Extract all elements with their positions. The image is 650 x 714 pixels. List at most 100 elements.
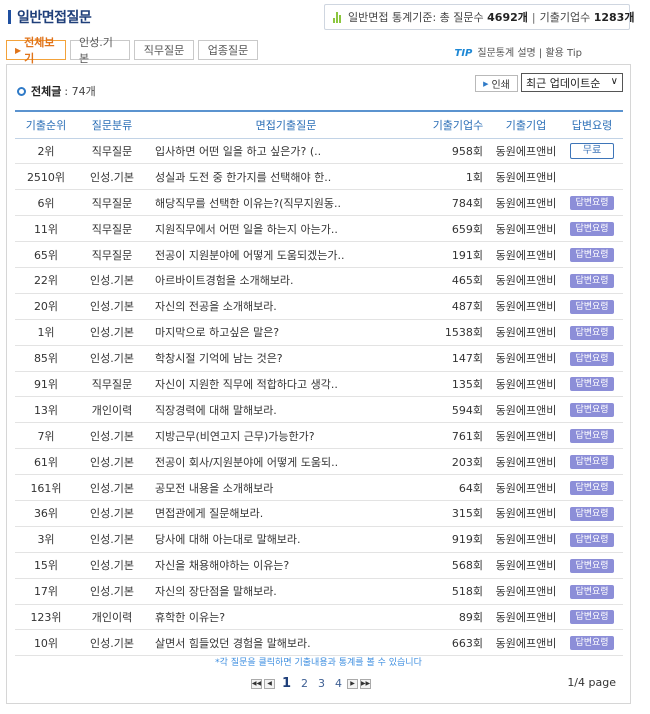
table-row[interactable]: 123위 개인이력 휴학한 이유는? 89회 동원에프앤비 답변요령 <box>15 604 623 631</box>
page-link-4[interactable]: 4 <box>335 677 342 690</box>
rank-cell: 15위 <box>15 552 77 579</box>
table-row[interactable]: 20위 인성.기본 자신의 전공을 소개해보라. 487회 동원에프앤비 답변요령 <box>15 293 623 320</box>
question-link[interactable]: 자신을 채용해야하는 이유는? <box>147 552 425 579</box>
answer-tips-button[interactable]: 답변요령 <box>570 299 614 314</box>
rank-cell: 161위 <box>15 474 77 501</box>
col-header-answer[interactable]: 답변요령 <box>561 110 623 139</box>
question-link[interactable]: 성실과 도전 중 한가지를 선택해야 한.. <box>147 163 425 191</box>
answer-tips-button[interactable]: 답변요령 <box>570 222 614 237</box>
first-page-button[interactable]: ◀◀ <box>251 678 262 689</box>
question-link[interactable]: 학창시절 기억에 남는 것은? <box>147 345 425 372</box>
page-link-1[interactable]: 1 <box>282 676 291 691</box>
tab-personality[interactable]: 인성.기본 <box>70 36 130 65</box>
question-link[interactable]: 직장경력에 대해 말해보라. <box>147 396 425 424</box>
question-link[interactable]: 해당직무를 선택한 이유는?(직무지원동.. <box>147 189 425 217</box>
answer-cell: 무료 <box>561 138 623 165</box>
print-button[interactable]: ▶ 인쇄 <box>475 75 518 92</box>
answer-tips-button[interactable]: 답변요령 <box>570 636 614 651</box>
table-row[interactable]: 15위 인성.기본 자신을 채용해야하는 이유는? 568회 동원에프앤비 답변요령 <box>15 552 623 579</box>
question-link[interactable]: 면접관에게 질문해보라. <box>147 500 425 527</box>
answer-tips-button[interactable]: 답변요령 <box>570 325 614 340</box>
page-link-3[interactable]: 3 <box>318 677 325 690</box>
question-link[interactable]: 살면서 힘들었던 경험을 말해보라. <box>147 629 425 657</box>
table-row[interactable]: 3위 인성.기본 당사에 대해 아는대로 말해보라. 919회 동원에프앤비 답변요령 <box>15 526 623 553</box>
answer-tips-button[interactable]: 답변요령 <box>570 248 614 262</box>
col-header-rank[interactable]: 기출순위 <box>15 110 77 139</box>
question-link[interactable]: 자신의 장단점을 말해보라. <box>147 578 425 605</box>
table-row[interactable]: 7위 인성.기본 지방근무(비연고지 근무)가능한가? 761회 동원에프앤비 답변요령 <box>15 422 623 450</box>
answer-tips-button[interactable]: 답변요령 <box>570 273 614 288</box>
question-link[interactable]: 자신이 지원한 직무에 적합하다고 생각.. <box>147 371 425 398</box>
next-page-button[interactable]: ▶ <box>347 678 359 689</box>
tab-industry[interactable]: 업종질문 <box>198 40 258 60</box>
last-page-button[interactable]: ▶▶ <box>360 678 372 689</box>
answer-cell: 답변요령 <box>561 215 623 243</box>
count-cell: 919회 <box>425 526 491 553</box>
answer-tips-button[interactable]: 답변요령 <box>570 532 614 547</box>
table-row[interactable]: 13위 개인이력 직장경력에 대해 말해보라. 594회 동원에프앤비 답변요령 <box>15 396 623 424</box>
company-cell: 동원에프앤비 <box>491 189 561 217</box>
answer-tips-button[interactable]: 답변요령 <box>570 429 614 444</box>
prev-page-button[interactable]: ◀ <box>264 678 275 689</box>
question-link[interactable]: 휴학한 이유는? <box>147 604 425 631</box>
answer-tips-button[interactable]: 답변요령 <box>570 481 614 496</box>
table-row[interactable]: 1위 인성.기본 마지막으로 하고싶은 말은? 1538회 동원에프앤비 답변요령 <box>15 319 623 346</box>
page-link-2[interactable]: 2 <box>301 677 308 690</box>
rank-cell: 11위 <box>15 215 77 243</box>
question-link[interactable]: 전공이 회사/지원분야에 어떻게 도움되.. <box>147 448 425 476</box>
table-row[interactable]: 161위 인성.기본 공모전 내용을 소개해보라 64회 동원에프앤비 답변요령 <box>15 474 623 501</box>
tip-link[interactable]: TIP 질문통계 설명 | 활용 Tip <box>455 44 583 59</box>
sort-select[interactable]: 최근 업데이트순 ∨ <box>521 73 623 92</box>
rank-cell: 123위 <box>15 604 77 631</box>
col-header-question[interactable]: 면접기출질문 <box>147 110 425 139</box>
col-header-company[interactable]: 기출기업 <box>491 110 561 139</box>
count-cell: 1538회 <box>425 319 491 346</box>
answer-tips-button[interactable]: 답변요령 <box>570 610 614 625</box>
count-cell: 761회 <box>425 422 491 450</box>
col-header-count[interactable]: 기출기업수 <box>425 110 491 139</box>
answer-tips-button[interactable]: 답변요령 <box>570 558 614 573</box>
table-row[interactable]: 10위 인성.기본 살면서 힘들었던 경험을 말해보라. 663회 동원에프앤비 답변요령 <box>15 629 623 657</box>
company-cell: 동원에프앤비 <box>491 422 561 450</box>
answer-tips-button[interactable]: 답변요령 <box>570 506 614 521</box>
answer-tips-button[interactable]: 답변요령 <box>570 377 614 392</box>
total-value: : 74개 <box>64 85 96 98</box>
category-cell: 인성.기본 <box>77 448 147 476</box>
bar-chart-icon <box>333 11 341 23</box>
question-link[interactable]: 지방근무(비연고지 근무)가능한가? <box>147 422 425 450</box>
answer-tips-button[interactable]: 답변요령 <box>570 351 614 366</box>
answer-tips-button[interactable]: 답변요령 <box>570 196 614 211</box>
table-row[interactable]: 36위 인성.기본 면접관에게 질문해보라. 315회 동원에프앤비 답변요령 <box>15 500 623 527</box>
category-cell: 직무질문 <box>77 138 147 165</box>
question-link[interactable]: 마지막으로 하고싶은 말은? <box>147 319 425 346</box>
question-link[interactable]: 공모전 내용을 소개해보라 <box>147 474 425 501</box>
question-link[interactable]: 전공이 지원분야에 어떻게 도움되겠는가.. <box>147 241 425 268</box>
table-row[interactable]: 22위 인성.기본 아르바이트경험을 소개해보라. 465회 동원에프앤비 답변요령 <box>15 267 623 294</box>
table-row[interactable]: 61위 인성.기본 전공이 회사/지원분야에 어떻게 도움되.. 203회 동원에프앤비… <box>15 448 623 476</box>
table-row[interactable]: 91위 직무질문 자신이 지원한 직무에 적합하다고 생각.. 135회 동원에프앤비 답… <box>15 371 623 398</box>
answer-tips-button[interactable]: 답변요령 <box>570 584 614 599</box>
tab-all[interactable]: ▶ 전체보기 <box>6 36 66 65</box>
answer-tips-button[interactable]: 답변요령 <box>570 455 614 470</box>
table-row[interactable]: 2510위 인성.기본 성실과 도전 중 한가지를 선택해야 한.. 1회 동원에프앤비 <box>15 163 623 191</box>
free-answer-button[interactable]: 무료 <box>570 142 614 159</box>
count-cell: 191회 <box>425 241 491 268</box>
question-link[interactable]: 자신의 전공을 소개해보라. <box>147 293 425 320</box>
company-cell: 동원에프앤비 <box>491 526 561 553</box>
table-row[interactable]: 17위 인성.기본 자신의 장단점을 말해보라. 518회 동원에프앤비 답변요령 <box>15 578 623 605</box>
page-title: 일반면접질문 <box>17 10 92 26</box>
table-row[interactable]: 6위 직무질문 해당직무를 선택한 이유는?(직무지원동.. 784회 동원에프앤비 답변… <box>15 189 623 217</box>
table-row[interactable]: 65위 직무질문 전공이 지원분야에 어떻게 도움되겠는가.. 191회 동원에프앤비 답… <box>15 241 623 268</box>
question-link[interactable]: 아르바이트경험을 소개해보라. <box>147 267 425 294</box>
table-row[interactable]: 2위 직무질문 입사하면 어떤 일을 하고 싶은가? (.. 958회 동원에프앤비 무료 <box>15 138 623 165</box>
question-link[interactable]: 입사하면 어떤 일을 하고 싶은가? (.. <box>147 138 425 165</box>
question-link[interactable]: 지원직무에서 어떤 일을 하는지 아는가.. <box>147 215 425 243</box>
total-count: 전체글 : 74개 <box>17 83 96 99</box>
col-header-category[interactable]: 질문분류 <box>77 110 147 139</box>
question-link[interactable]: 당사에 대해 아는대로 말해보라. <box>147 526 425 553</box>
answer-cell: 답변요령 <box>561 604 623 631</box>
answer-tips-button[interactable]: 답변요령 <box>570 403 614 418</box>
table-row[interactable]: 85위 인성.기본 학창시절 기억에 남는 것은? 147회 동원에프앤비 답변요령 <box>15 345 623 372</box>
tab-job[interactable]: 직무질문 <box>134 40 194 60</box>
table-row[interactable]: 11위 직무질문 지원직무에서 어떤 일을 하는지 아는가.. 659회 동원에프앤비 답… <box>15 215 623 243</box>
